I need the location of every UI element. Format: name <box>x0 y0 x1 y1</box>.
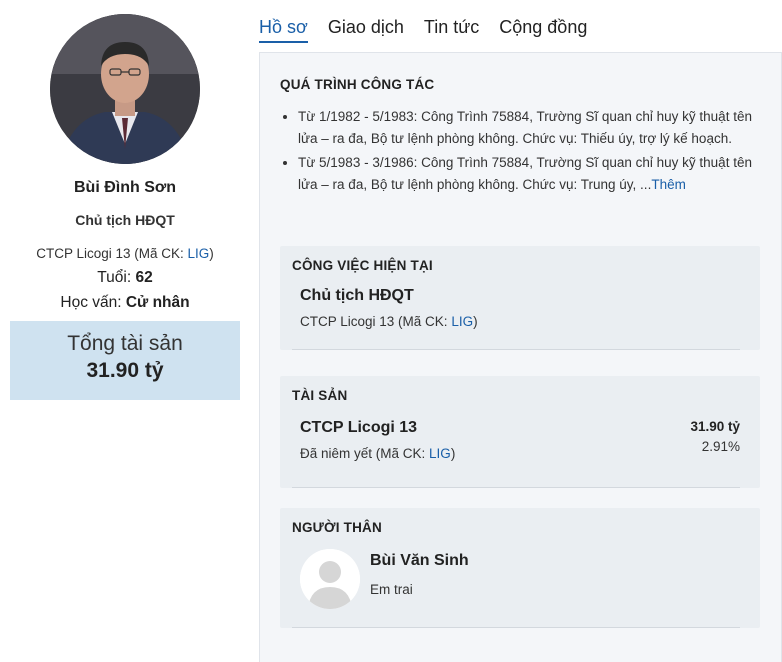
total-assets-label: Tổng tài sản <box>67 332 183 355</box>
total-assets-value: 31.90 tỷ <box>86 359 164 382</box>
tab-giao-dich[interactable]: Giao dịch <box>328 17 404 43</box>
asset-company-name: CTCP Licogi 13 <box>300 419 418 436</box>
relatives-card: NGƯỜI THÂN Bùi Văn Sinh Em trai <box>280 508 760 628</box>
more-link[interactable]: Thêm <box>651 177 686 192</box>
tab-cong-dong[interactable]: Cộng đồng <box>499 17 587 43</box>
asset-row: CTCP Licogi 13 Đã niêm yết (Mã CK: LIG) … <box>300 419 748 461</box>
ticker-suffix: ) <box>473 314 478 329</box>
divider <box>292 487 740 488</box>
relative-relation: Em trai <box>370 582 413 597</box>
asset-status-suffix: ) <box>450 446 456 461</box>
job-company: CTCP Licogi 13 (Mã CK: LIG) <box>300 314 748 329</box>
age-label: Tuổi: <box>97 269 136 286</box>
age-value: 62 <box>135 269 153 286</box>
default-user-icon <box>300 549 360 609</box>
profile-name: Bùi Đình Sơn <box>73 179 177 196</box>
relative-item[interactable]: Bùi Văn Sinh Em trai <box>300 549 748 609</box>
relative-name: Bùi Văn Sinh <box>370 552 469 569</box>
career-item: Từ 5/1983 - 3/1986: Công Trình 75884, Tr… <box>298 152 765 196</box>
person-photo-icon <box>50 14 200 164</box>
ticker-link[interactable]: LIG <box>188 246 210 261</box>
ticker-prefix: (Mã CK: <box>394 314 452 329</box>
total-assets-box: Tổng tài sản 31.90 tỷ <box>10 321 240 400</box>
asset-ticker-link[interactable]: LIG <box>429 446 451 461</box>
profile-position: Chủ tịch HĐQT <box>75 212 175 228</box>
education-label: Học vấn: <box>60 294 126 311</box>
current-job-title: CÔNG VIỆC HIỆN TẠI <box>292 258 433 273</box>
ticker-suffix: ) <box>209 246 214 261</box>
tab-ho-so[interactable]: Hồ sơ <box>259 17 308 43</box>
career-section: QUÁ TRÌNH CÔNG TÁC Từ 1/1982 - 5/1983: C… <box>280 77 765 198</box>
profile-education: Học vấn: Cử nhân <box>10 294 240 312</box>
relative-avatar <box>300 549 360 609</box>
assets-card: TÀI SẢN CTCP Licogi 13 Đã niêm yết (Mã C… <box>280 376 760 488</box>
asset-value: 31.90 tỷ <box>690 419 740 434</box>
asset-percent: 2.91% <box>701 439 740 454</box>
company-name: CTCP Licogi 13 <box>36 246 131 261</box>
profile-company: CTCP Licogi 13 (Mã CK: LIG) <box>10 246 240 261</box>
divider <box>292 349 740 350</box>
asset-status-prefix: Đã niêm yết (Mã CK: <box>300 446 430 461</box>
education-value: Cử nhân <box>125 294 190 311</box>
profile-sidebar: Bùi Đình Sơn Chủ tịch HĐQT CTCP Licogi 1… <box>10 0 240 400</box>
career-title: QUÁ TRÌNH CÔNG TÁC <box>280 77 435 92</box>
career-item-text: Từ 1/1982 - 5/1983: Công Trình 75884, Tr… <box>298 109 752 146</box>
assets-title: TÀI SẢN <box>292 388 348 403</box>
job-position: Chủ tịch HĐQT <box>300 287 414 304</box>
ticker-prefix: (Mã CK: <box>130 246 188 261</box>
profile-panel: QUÁ TRÌNH CÔNG TÁC Từ 1/1982 - 5/1983: C… <box>259 52 782 662</box>
relatives-title: NGƯỜI THÂN <box>292 520 382 535</box>
profile-tabs: Hồ sơ Giao dịch Tin tức Cộng đồng <box>259 17 587 43</box>
tab-tin-tuc[interactable]: Tin tức <box>424 17 479 43</box>
job-ticker-link[interactable]: LIG <box>451 314 473 329</box>
career-list: Từ 1/1982 - 5/1983: Công Trình 75884, Tr… <box>280 106 765 196</box>
divider <box>292 627 740 628</box>
profile-avatar <box>50 14 200 164</box>
current-job-card: CÔNG VIỆC HIỆN TẠI Chủ tịch HĐQT CTCP Li… <box>280 246 760 350</box>
job-company-name: CTCP Licogi 13 <box>300 314 395 329</box>
career-item: Từ 1/1982 - 5/1983: Công Trình 75884, Tr… <box>298 106 765 150</box>
profile-age: Tuổi: 62 <box>10 269 240 287</box>
relative-info: Bùi Văn Sinh Em trai <box>370 549 469 609</box>
asset-status: Đã niêm yết (Mã CK: LIG) <box>300 446 748 461</box>
